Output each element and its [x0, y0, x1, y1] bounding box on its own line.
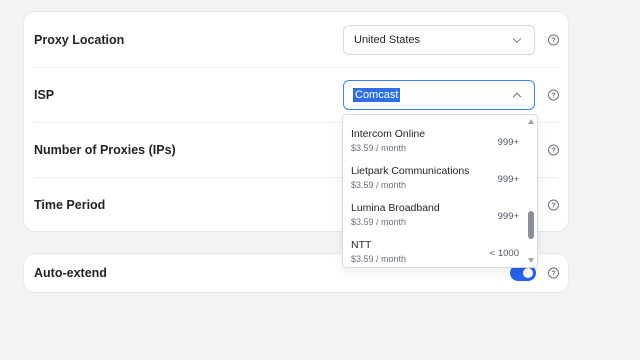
- isp-option-count: < 1000: [489, 248, 519, 259]
- isp-option-count: 999+: [497, 137, 519, 148]
- isp-label: ISP: [34, 87, 55, 102]
- scroll-down-arrow-icon[interactable]: [528, 258, 534, 263]
- isp-option[interactable]: Intercom Online $3.59 / month 999+: [343, 123, 523, 160]
- isp-option-name: Lumina Broadband: [351, 202, 440, 214]
- help-icon[interactable]: ?: [548, 34, 559, 45]
- isp-option-name: NTT: [351, 239, 372, 251]
- chevron-down-icon: [512, 34, 522, 43]
- chevron-up-icon: [512, 92, 522, 101]
- isp-option-price: $3.59 / month: [351, 143, 407, 153]
- time-period-label: Time Period: [34, 197, 106, 212]
- isp-option[interactable]: Lumina Broadband $3.59 / month 999+: [343, 197, 523, 234]
- toggle-knob: [523, 268, 533, 278]
- proxy-location-row: Proxy Location United States ?: [24, 12, 568, 67]
- isp-option-count: 999+: [497, 211, 519, 222]
- num-proxies-label: Number of Proxies (IPs): [34, 142, 176, 157]
- scrollbar-thumb[interactable]: [528, 211, 534, 239]
- isp-dropdown-list: Intercom Online $3.59 / month 999+ Lietp…: [342, 114, 538, 268]
- isp-option[interactable]: Lietpark Communications $3.59 / month 99…: [343, 160, 523, 197]
- isp-option-price: $3.59 / month: [351, 217, 407, 227]
- isp-option[interactable]: NTT $3.59 / month < 1000: [343, 234, 523, 267]
- scroll-up-arrow-icon[interactable]: [528, 119, 534, 124]
- auto-extend-label: Auto-extend: [34, 266, 107, 280]
- help-icon[interactable]: ?: [548, 267, 559, 279]
- proxy-location-value: United States: [354, 33, 421, 46]
- help-icon[interactable]: ?: [548, 89, 559, 100]
- help-icon[interactable]: ?: [548, 199, 559, 210]
- isp-option-price: $3.59 / month: [351, 180, 407, 190]
- proxy-location-label: Proxy Location: [34, 32, 125, 47]
- help-icon[interactable]: ?: [548, 144, 559, 155]
- isp-option-count: 999+: [497, 174, 519, 185]
- proxy-location-select[interactable]: United States: [343, 24, 535, 55]
- isp-select[interactable]: Comcast: [343, 79, 535, 110]
- dropdown-scrollbar[interactable]: [528, 119, 534, 263]
- isp-option-price: $3.59 / month: [351, 254, 407, 264]
- isp-option-name: Intercom Online: [351, 128, 426, 140]
- isp-value: Comcast: [353, 87, 401, 102]
- isp-option-name: Lietpark Communications: [351, 165, 470, 177]
